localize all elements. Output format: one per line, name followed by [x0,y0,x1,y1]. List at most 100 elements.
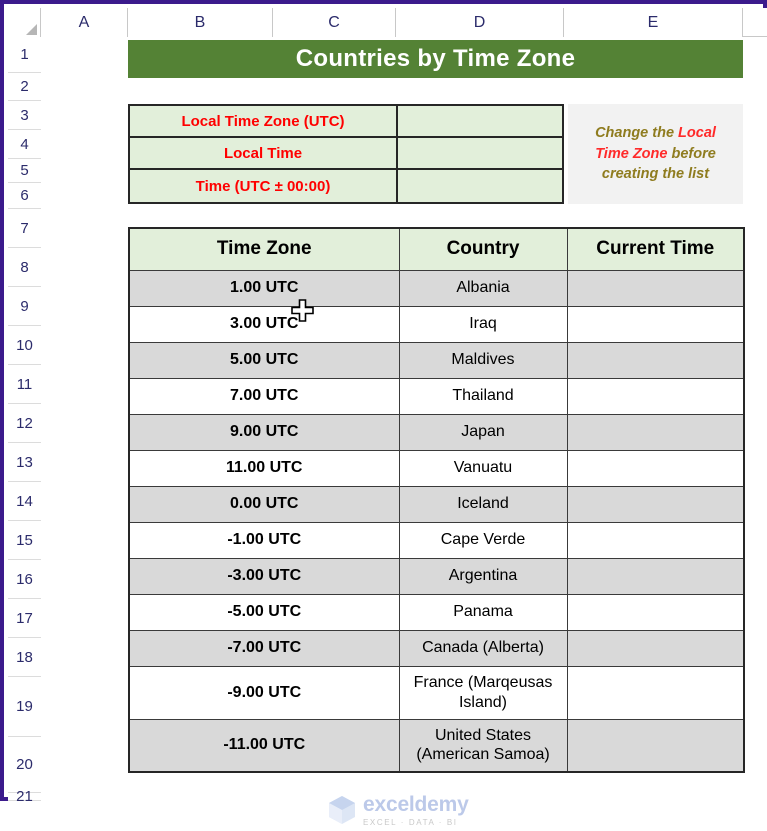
value-time-utc-offset[interactable] [398,170,562,202]
label-time-utc-offset: Time (UTC ± 00:00) [130,170,398,202]
cell-current-time[interactable] [566,557,745,595]
cell-country[interactable]: Cape Verde [398,521,568,559]
exceldemy-watermark: exceldemy EXCEL · DATA · BI [327,789,527,831]
cell-country[interactable]: France (Marqeusas Island) [398,665,568,720]
cell-time-zone[interactable]: -3.00 UTC [128,557,400,595]
value-local-time-zone[interactable] [398,106,562,136]
cell-current-time[interactable] [566,521,745,559]
row-header-21[interactable]: 21 [8,789,41,804]
table-row[interactable]: 0.00 UTC Iceland [128,485,745,523]
cell-country[interactable]: Canada (Alberta) [398,629,568,667]
watermark-text-block: exceldemy EXCEL · DATA · BI [363,794,469,827]
row-header-4[interactable]: 4 [8,130,41,159]
cell-time-zone[interactable]: 11.00 UTC [128,449,400,487]
cell-country[interactable]: Maldives [398,341,568,379]
cell-time-zone[interactable]: 0.00 UTC [128,485,400,523]
input-row-time-utc-offset: Time (UTC ± 00:00) [130,170,562,202]
column-header-d[interactable]: D [396,8,564,37]
cell-current-time[interactable] [566,269,745,307]
table-body: 1.00 UTC Albania 3.00 UTC Iraq 5.00 UTC Maldi… [128,269,745,773]
row-header-12[interactable]: 12 [8,404,41,443]
cell-country[interactable]: United States (American Samoa) [398,718,568,773]
instruction-note-box: Change the Local Time Zone before creati… [568,104,743,204]
cell-current-time[interactable] [566,665,745,720]
table-row[interactable]: -11.00 UTC United States (American Samoa) [128,718,745,773]
row-header-2[interactable]: 2 [8,73,41,101]
column-header-time-zone[interactable]: Time Zone [128,227,400,271]
cell-country[interactable]: Argentina [398,557,568,595]
cell-country[interactable]: Iraq [398,305,568,343]
cell-time-zone[interactable]: 1.00 UTC [128,269,400,307]
cell-time-zone[interactable]: 7.00 UTC [128,377,400,415]
row-header-9[interactable]: 9 [8,287,41,326]
watermark-brand: exceldemy [363,792,469,816]
cell-time-zone[interactable]: 5.00 UTC [128,341,400,379]
cell-country[interactable]: Japan [398,413,568,451]
select-all-corner-button[interactable] [8,8,41,37]
row-header-5[interactable]: 5 [8,159,41,183]
row-header-1[interactable]: 1 [8,37,41,73]
cell-time-zone[interactable]: -1.00 UTC [128,521,400,559]
table-row[interactable]: -9.00 UTC France (Marqeusas Island) [128,665,745,720]
cell-current-time[interactable] [566,377,745,415]
table-row[interactable]: 9.00 UTC Japan [128,413,745,451]
row-header-18[interactable]: 18 [8,638,41,677]
row-header-14[interactable]: 14 [8,482,41,521]
cell-country[interactable]: Panama [398,593,568,631]
table-row[interactable]: -3.00 UTC Argentina [128,557,745,595]
watermark-tagline: EXCEL · DATA · BI [363,817,458,827]
table-row[interactable]: 11.00 UTC Vanuatu [128,449,745,487]
table-row[interactable]: -1.00 UTC Cape Verde [128,521,745,559]
cell-time-zone[interactable]: -5.00 UTC [128,593,400,631]
table-row[interactable]: 3.00 UTC Iraq [128,305,745,343]
cell-country[interactable]: Thailand [398,377,568,415]
column-header-current-time[interactable]: Current Time [566,227,745,271]
row-header-7[interactable]: 7 [8,209,41,248]
row-header-17[interactable]: 17 [8,599,41,638]
cell-country[interactable]: Vanuatu [398,449,568,487]
cell-current-time[interactable] [566,341,745,379]
row-header-gutter: 1 2 3 4 5 6 7 8 9 10 11 12 13 14 15 16 17 18 19 20 21 [8,37,41,804]
label-local-time: Local Time [130,138,398,168]
row-header-16[interactable]: 16 [8,560,41,599]
row-header-13[interactable]: 13 [8,443,41,482]
column-header-b[interactable]: B [128,8,273,37]
row-header-19[interactable]: 19 [8,677,41,737]
row-header-6[interactable]: 6 [8,183,41,209]
table-row[interactable]: -7.00 UTC Canada (Alberta) [128,629,745,667]
cell-country[interactable]: Albania [398,269,568,307]
countries-time-zone-table: Time Zone Country Current Time 1.00 UTC A… [128,227,745,773]
cell-current-time[interactable] [566,449,745,487]
cell-current-time[interactable] [566,305,745,343]
cell-current-time[interactable] [566,413,745,451]
cell-time-zone[interactable]: -11.00 UTC [128,718,400,773]
cell-current-time[interactable] [566,485,745,523]
exceldemy-cube-logo-icon [329,796,355,824]
input-row-local-time: Local Time [130,138,562,170]
cell-time-zone[interactable]: -9.00 UTC [128,665,400,720]
row-header-8[interactable]: 8 [8,248,41,287]
page-title: Countries by Time Zone [295,45,576,72]
cell-time-zone[interactable]: 3.00 UTC [128,305,400,343]
column-header-a[interactable]: A [41,8,128,37]
table-row[interactable]: 5.00 UTC Maldives [128,341,745,379]
table-row[interactable]: 1.00 UTC Albania [128,269,745,307]
cell-current-time[interactable] [566,593,745,631]
cell-current-time[interactable] [566,718,745,773]
cell-time-zone[interactable]: -7.00 UTC [128,629,400,667]
cell-country[interactable]: Iceland [398,485,568,523]
table-row[interactable]: -5.00 UTC Panama [128,593,745,631]
note-highlight-local: Local [678,125,716,142]
row-header-10[interactable]: 10 [8,326,41,365]
cell-current-time[interactable] [566,629,745,667]
column-header-country[interactable]: Country [398,227,568,271]
table-row[interactable]: 7.00 UTC Thailand [128,377,745,415]
cell-time-zone[interactable]: 9.00 UTC [128,413,400,451]
column-header-e[interactable]: E [564,8,743,37]
row-header-11[interactable]: 11 [8,365,41,404]
value-local-time[interactable] [398,138,562,168]
column-header-c[interactable]: C [273,8,396,37]
row-header-3[interactable]: 3 [8,101,41,130]
row-header-15[interactable]: 15 [8,521,41,560]
row-header-20[interactable]: 20 [8,737,41,793]
